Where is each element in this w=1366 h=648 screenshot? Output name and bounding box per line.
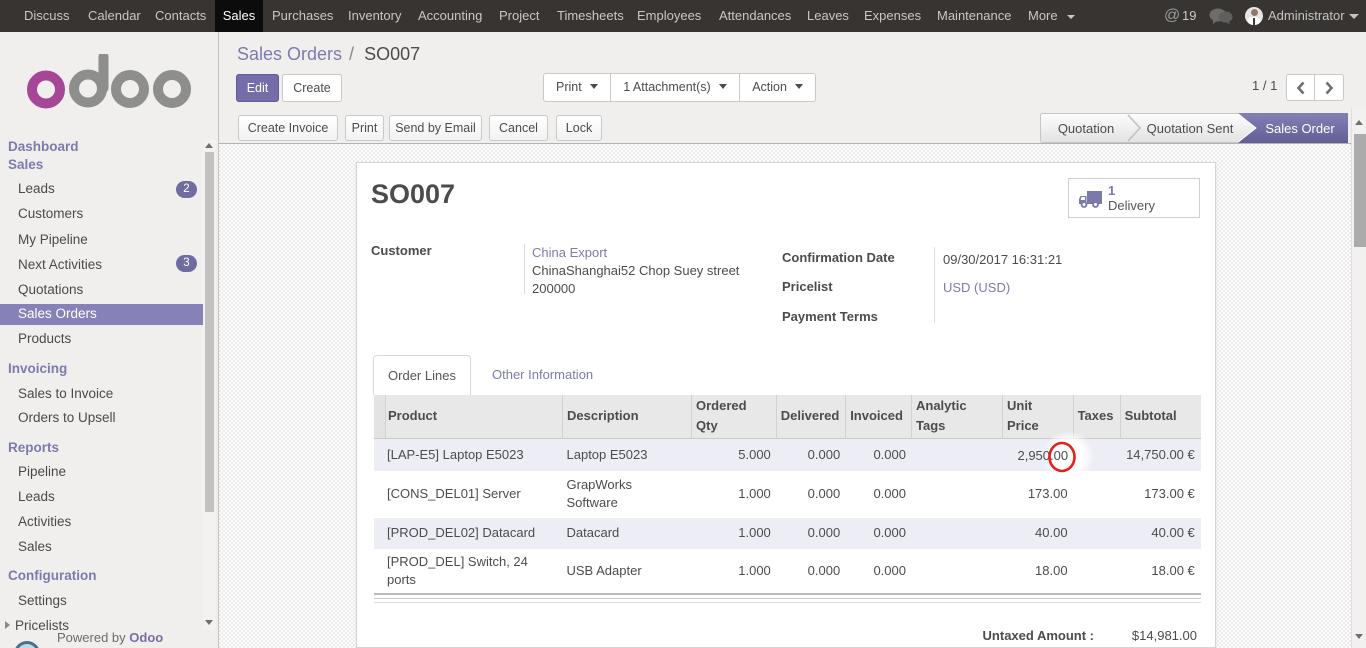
svg-text:Quotation: Quotation bbox=[1058, 121, 1114, 136]
svg-text:Sales Order: Sales Order bbox=[1265, 121, 1335, 136]
svg-text:Quotation Sent: Quotation Sent bbox=[1147, 121, 1234, 136]
